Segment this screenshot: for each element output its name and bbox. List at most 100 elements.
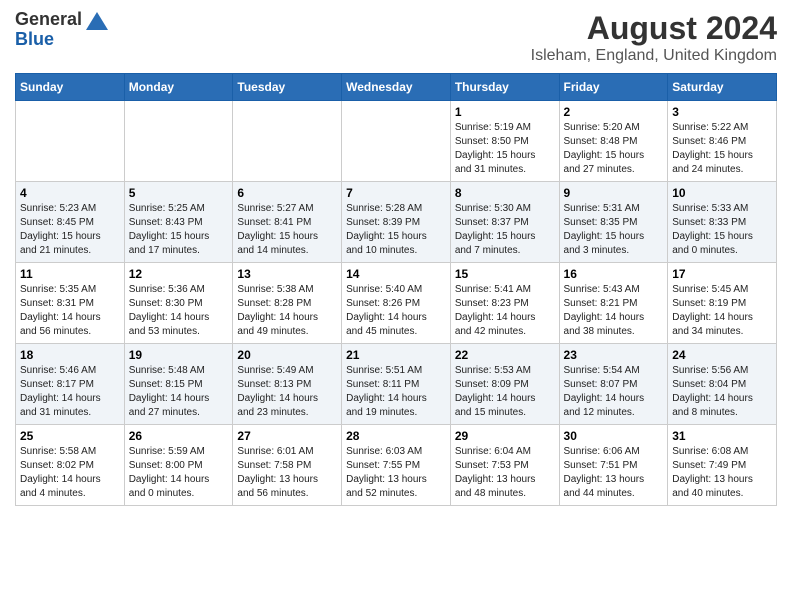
day-info: Sunrise: 5:58 AM Sunset: 8:02 PM Dayligh…	[20, 445, 120, 501]
day-info: Sunrise: 6:04 AM Sunset: 7:53 PM Dayligh…	[455, 445, 555, 501]
calendar-cell: 20 Sunrise: 5:49 AM Sunset: 8:13 PM Dayli…	[233, 344, 342, 425]
day-info: Sunrise: 5:35 AM Sunset: 8:31 PM Dayligh…	[20, 283, 120, 339]
weekday-header-saturday: Saturday	[668, 74, 777, 101]
day-number: 2	[564, 105, 664, 119]
calendar-cell: 15 Sunrise: 5:41 AM Sunset: 8:23 PM Dayli…	[450, 263, 559, 344]
logo-icon	[86, 12, 108, 30]
logo-text: General Blue	[15, 10, 82, 50]
calendar-cell: 4 Sunrise: 5:23 AM Sunset: 8:45 PM Daylig…	[16, 182, 125, 263]
day-number: 18	[20, 348, 120, 362]
day-info: Sunrise: 5:51 AM Sunset: 8:11 PM Dayligh…	[346, 364, 446, 420]
day-number: 6	[237, 186, 337, 200]
day-info: Sunrise: 5:45 AM Sunset: 8:19 PM Dayligh…	[672, 283, 772, 339]
day-number: 22	[455, 348, 555, 362]
calendar-cell: 12Sunrise: 5:36 AM Sunset: 8:30 PM Dayli…	[124, 263, 233, 344]
calendar-cell: 11 Sunrise: 5:35 AM Sunset: 8:31 PM Dayli…	[16, 263, 125, 344]
calendar-cell: 29 Sunrise: 6:04 AM Sunset: 7:53 PM Dayli…	[450, 425, 559, 506]
day-number: 30	[564, 429, 664, 443]
calendar-cell	[16, 101, 125, 182]
calendar-cell	[233, 101, 342, 182]
calendar-week-row: 18 Sunrise: 5:46 AM Sunset: 8:17 PM Dayli…	[16, 344, 777, 425]
calendar-cell: 1Sunrise: 5:19 AM Sunset: 8:50 PM Daylig…	[450, 101, 559, 182]
calendar-cell: 22Sunrise: 5:53 AM Sunset: 8:09 PM Dayli…	[450, 344, 559, 425]
day-info: Sunrise: 5:43 AM Sunset: 8:21 PM Dayligh…	[564, 283, 664, 339]
day-info: Sunrise: 6:03 AM Sunset: 7:55 PM Dayligh…	[346, 445, 446, 501]
day-number: 28	[346, 429, 446, 443]
day-number: 14	[346, 267, 446, 281]
calendar-cell: 17 Sunrise: 5:45 AM Sunset: 8:19 PM Dayli…	[668, 263, 777, 344]
calendar-cell	[124, 101, 233, 182]
calendar-cell: 23 Sunrise: 5:54 AM Sunset: 8:07 PM Dayli…	[559, 344, 668, 425]
weekday-header-row: SundayMondayTuesdayWednesdayThursdayFrid…	[16, 74, 777, 101]
calendar-week-row: 25 Sunrise: 5:58 AM Sunset: 8:02 PM Dayli…	[16, 425, 777, 506]
day-info: Sunrise: 5:41 AM Sunset: 8:23 PM Dayligh…	[455, 283, 555, 339]
calendar-cell: 21 Sunrise: 5:51 AM Sunset: 8:11 PM Dayli…	[342, 344, 451, 425]
day-number: 3	[672, 105, 772, 119]
day-number: 20	[237, 348, 337, 362]
day-info: Sunrise: 6:01 AM Sunset: 7:58 PM Dayligh…	[237, 445, 337, 501]
calendar-cell: 25 Sunrise: 5:58 AM Sunset: 8:02 PM Dayli…	[16, 425, 125, 506]
day-number: 12	[129, 267, 229, 281]
calendar-cell: 6 Sunrise: 5:27 AM Sunset: 8:41 PM Daylig…	[233, 182, 342, 263]
title-area: August 2024 Isleham, England, United Kin…	[531, 10, 777, 65]
day-number: 4	[20, 186, 120, 200]
calendar-cell: 26 Sunrise: 5:59 AM Sunset: 8:00 PM Dayli…	[124, 425, 233, 506]
day-number: 5	[129, 186, 229, 200]
day-number: 19	[129, 348, 229, 362]
day-info: Sunrise: 5:19 AM Sunset: 8:50 PM Dayligh…	[455, 121, 555, 177]
day-info: Sunrise: 5:23 AM Sunset: 8:45 PM Dayligh…	[20, 202, 120, 258]
calendar-cell: 8Sunrise: 5:30 AM Sunset: 8:37 PM Daylig…	[450, 182, 559, 263]
calendar-cell: 31Sunrise: 6:08 AM Sunset: 7:49 PM Dayli…	[668, 425, 777, 506]
calendar-cell: 10Sunrise: 5:33 AM Sunset: 8:33 PM Dayli…	[668, 182, 777, 263]
day-info: Sunrise: 5:54 AM Sunset: 8:07 PM Dayligh…	[564, 364, 664, 420]
day-number: 27	[237, 429, 337, 443]
calendar-table: SundayMondayTuesdayWednesdayThursdayFrid…	[15, 73, 777, 506]
calendar-cell: 3 Sunrise: 5:22 AM Sunset: 8:46 PM Daylig…	[668, 101, 777, 182]
day-info: Sunrise: 5:22 AM Sunset: 8:46 PM Dayligh…	[672, 121, 772, 177]
day-number: 9	[564, 186, 664, 200]
day-number: 21	[346, 348, 446, 362]
day-number: 13	[237, 267, 337, 281]
day-info: Sunrise: 5:33 AM Sunset: 8:33 PM Dayligh…	[672, 202, 772, 258]
weekday-header-wednesday: Wednesday	[342, 74, 451, 101]
day-number: 23	[564, 348, 664, 362]
day-number: 29	[455, 429, 555, 443]
day-number: 16	[564, 267, 664, 281]
calendar-cell: 16 Sunrise: 5:43 AM Sunset: 8:21 PM Dayli…	[559, 263, 668, 344]
day-info: Sunrise: 5:27 AM Sunset: 8:41 PM Dayligh…	[237, 202, 337, 258]
calendar-cell: 24 Sunrise: 5:56 AM Sunset: 8:04 PM Dayli…	[668, 344, 777, 425]
calendar-cell: 30 Sunrise: 6:06 AM Sunset: 7:51 PM Dayli…	[559, 425, 668, 506]
calendar-cell: 19Sunrise: 5:48 AM Sunset: 8:15 PM Dayli…	[124, 344, 233, 425]
calendar-cell: 2Sunrise: 5:20 AM Sunset: 8:48 PM Daylig…	[559, 101, 668, 182]
calendar-cell	[342, 101, 451, 182]
weekday-header-monday: Monday	[124, 74, 233, 101]
day-info: Sunrise: 6:06 AM Sunset: 7:51 PM Dayligh…	[564, 445, 664, 501]
day-number: 25	[20, 429, 120, 443]
day-info: Sunrise: 5:49 AM Sunset: 8:13 PM Dayligh…	[237, 364, 337, 420]
main-title: August 2024	[531, 10, 777, 47]
day-info: Sunrise: 5:25 AM Sunset: 8:43 PM Dayligh…	[129, 202, 229, 258]
weekday-header-friday: Friday	[559, 74, 668, 101]
day-number: 8	[455, 186, 555, 200]
calendar-body: 1Sunrise: 5:19 AM Sunset: 8:50 PM Daylig…	[16, 101, 777, 506]
day-number: 31	[672, 429, 772, 443]
day-number: 26	[129, 429, 229, 443]
page-header: General Blue August 2024 Isleham, Englan…	[15, 10, 777, 65]
calendar-cell: 14Sunrise: 5:40 AM Sunset: 8:26 PM Dayli…	[342, 263, 451, 344]
calendar-cell: 18 Sunrise: 5:46 AM Sunset: 8:17 PM Dayli…	[16, 344, 125, 425]
day-info: Sunrise: 5:59 AM Sunset: 8:00 PM Dayligh…	[129, 445, 229, 501]
day-number: 24	[672, 348, 772, 362]
day-info: Sunrise: 5:46 AM Sunset: 8:17 PM Dayligh…	[20, 364, 120, 420]
calendar-week-row: 1Sunrise: 5:19 AM Sunset: 8:50 PM Daylig…	[16, 101, 777, 182]
day-info: Sunrise: 5:56 AM Sunset: 8:04 PM Dayligh…	[672, 364, 772, 420]
weekday-header-sunday: Sunday	[16, 74, 125, 101]
logo: General Blue	[15, 10, 108, 50]
calendar-week-row: 11 Sunrise: 5:35 AM Sunset: 8:31 PM Dayli…	[16, 263, 777, 344]
subtitle: Isleham, England, United Kingdom	[531, 47, 777, 65]
calendar-cell: 7Sunrise: 5:28 AM Sunset: 8:39 PM Daylig…	[342, 182, 451, 263]
day-number: 15	[455, 267, 555, 281]
day-number: 17	[672, 267, 772, 281]
calendar-cell: 5 Sunrise: 5:25 AM Sunset: 8:43 PM Daylig…	[124, 182, 233, 263]
day-number: 11	[20, 267, 120, 281]
day-number: 7	[346, 186, 446, 200]
